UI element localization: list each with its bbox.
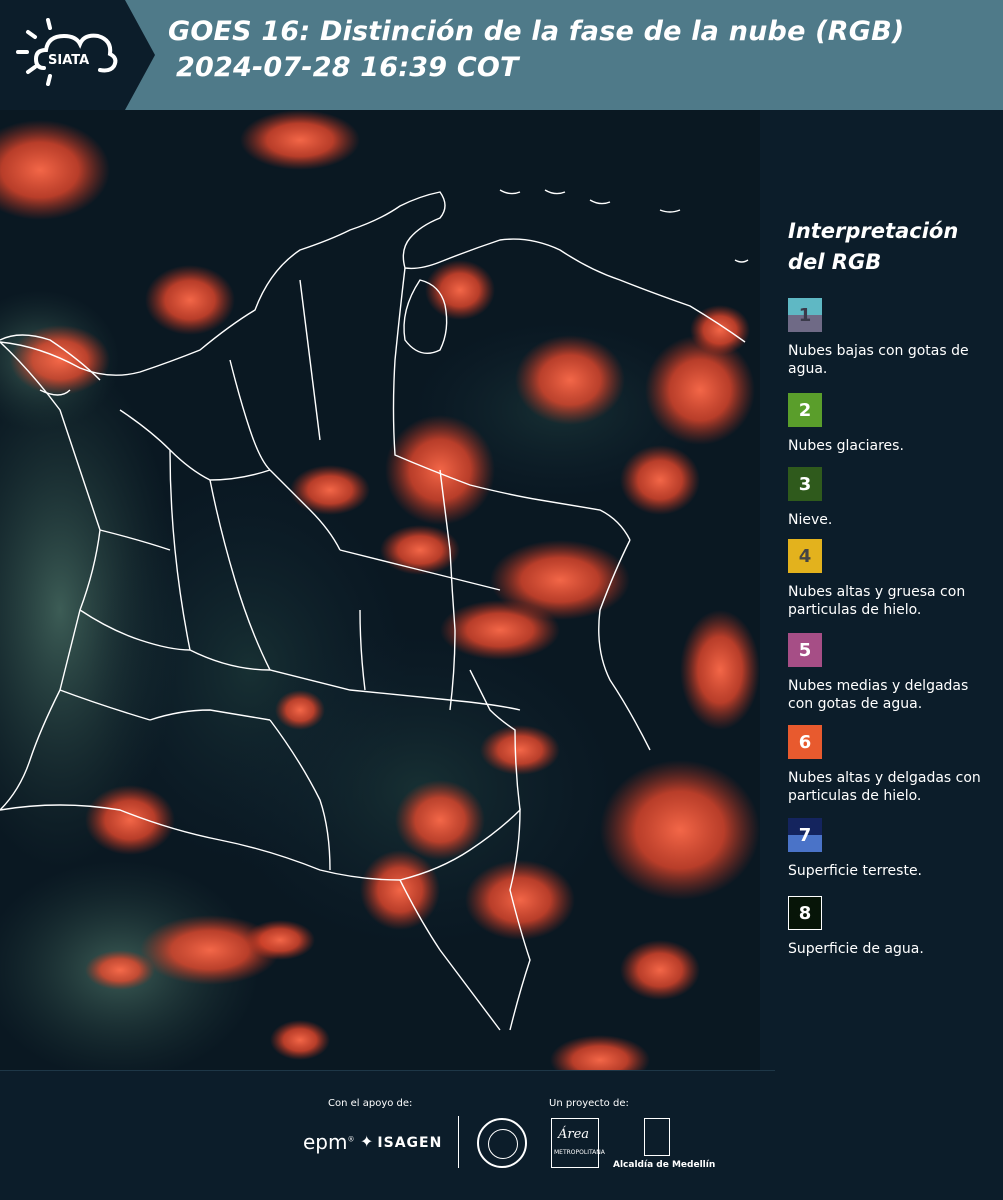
- satellite-image: [0, 110, 760, 1070]
- legend-title-line1: Interpretación: [788, 219, 959, 243]
- legend-title-line2: del RGB: [788, 250, 882, 274]
- area-subtext: METROPOLITANA: [554, 1149, 605, 1156]
- header: SIATA GOES 16: Distinción de la fase de …: [0, 0, 1003, 110]
- page-title: GOES 16: Distinción de la fase de la nub…: [168, 14, 904, 86]
- legend-item-6: 6 Nubes altas y delgadas con particulas …: [788, 725, 988, 805]
- alcaldia-shield-icon: [644, 1118, 670, 1156]
- title-line2: 2024-07-28 16:39 COT: [176, 52, 519, 83]
- epm-logo: epm®: [303, 1130, 355, 1154]
- legend-label: Superficie terreste.: [788, 863, 923, 879]
- legend-number: 4: [798, 545, 812, 567]
- legend-swatch-6: 6: [788, 725, 822, 759]
- legend-title: Interpretación del RGB: [788, 216, 988, 278]
- alcaldia-text: Alcaldía de Medellín: [613, 1160, 716, 1170]
- legend-number: 7: [798, 824, 812, 846]
- legend-item-3: 3 Nieve.: [788, 467, 988, 529]
- legend: Interpretación del RGB 1 Nubes bajas con…: [788, 216, 988, 957]
- isagen-text: ISAGEN: [377, 1135, 443, 1151]
- isagen-icon: ✦: [360, 1132, 375, 1151]
- legend-item-8: 8 Superficie de agua.: [788, 896, 988, 958]
- area-text: Área: [558, 1127, 590, 1142]
- logo-text: SIATA: [48, 53, 89, 68]
- support-caption: Con el apoyo de:: [328, 1098, 413, 1109]
- legend-swatch-8: 8: [788, 896, 822, 930]
- legend-number: 3: [798, 473, 812, 495]
- isagen-logo: ✦ ISAGEN: [360, 1132, 442, 1151]
- project-caption: Un proyecto de:: [549, 1098, 629, 1109]
- legend-item-1: 1 Nubes bajas con gotas de agua.: [788, 298, 988, 378]
- legend-label: Superficie de agua.: [788, 941, 924, 957]
- university-seal-icon: [477, 1118, 527, 1168]
- logo-divider: [458, 1116, 459, 1168]
- legend-label: Nieve.: [788, 512, 833, 528]
- satellite-map: [0, 110, 760, 1070]
- footer: Con el apoyo de: Un proyecto de: epm® ✦ I…: [0, 1070, 1003, 1200]
- legend-swatch-4: 4: [788, 539, 822, 573]
- legend-swatch-1: 1: [788, 298, 822, 332]
- logo-block: SIATA: [0, 0, 155, 110]
- legend-label: Nubes altas y delgadas con particulas de…: [788, 770, 981, 804]
- legend-label: Nubes glaciares.: [788, 438, 904, 454]
- legend-label: Nubes bajas con gotas de agua.: [788, 343, 969, 377]
- area-metropolitana-logo: Área METROPOLITANA: [551, 1118, 605, 1168]
- footer-divider: [0, 1070, 775, 1071]
- legend-number: 2: [798, 399, 812, 421]
- legend-swatch-5: 5: [788, 633, 822, 667]
- legend-swatch-2: 2: [788, 393, 822, 427]
- legend-label: Nubes medias y delgadas con gotas de agu…: [788, 678, 969, 712]
- legend-number: 1: [798, 304, 812, 326]
- legend-item-4: 4 Nubes altas y gruesa con particulas de…: [788, 539, 988, 619]
- legend-label: Nubes altas y gruesa con particulas de h…: [788, 584, 966, 618]
- title-line1: GOES 16: Distinción de la fase de la nub…: [168, 16, 905, 47]
- siata-logo-icon: SIATA: [16, 18, 118, 86]
- legend-item-7: 7 Superficie terreste.: [788, 818, 988, 880]
- legend-item-5: 5 Nubes medias y delgadas con gotas de a…: [788, 633, 988, 713]
- legend-swatch-7: 7: [788, 818, 822, 852]
- legend-swatch-3: 3: [788, 467, 822, 501]
- epm-text: epm: [303, 1130, 348, 1154]
- legend-number: 6: [798, 731, 812, 753]
- legend-number: 8: [798, 902, 812, 924]
- legend-number: 5: [798, 639, 812, 661]
- legend-item-2: 2 Nubes glaciares.: [788, 393, 988, 455]
